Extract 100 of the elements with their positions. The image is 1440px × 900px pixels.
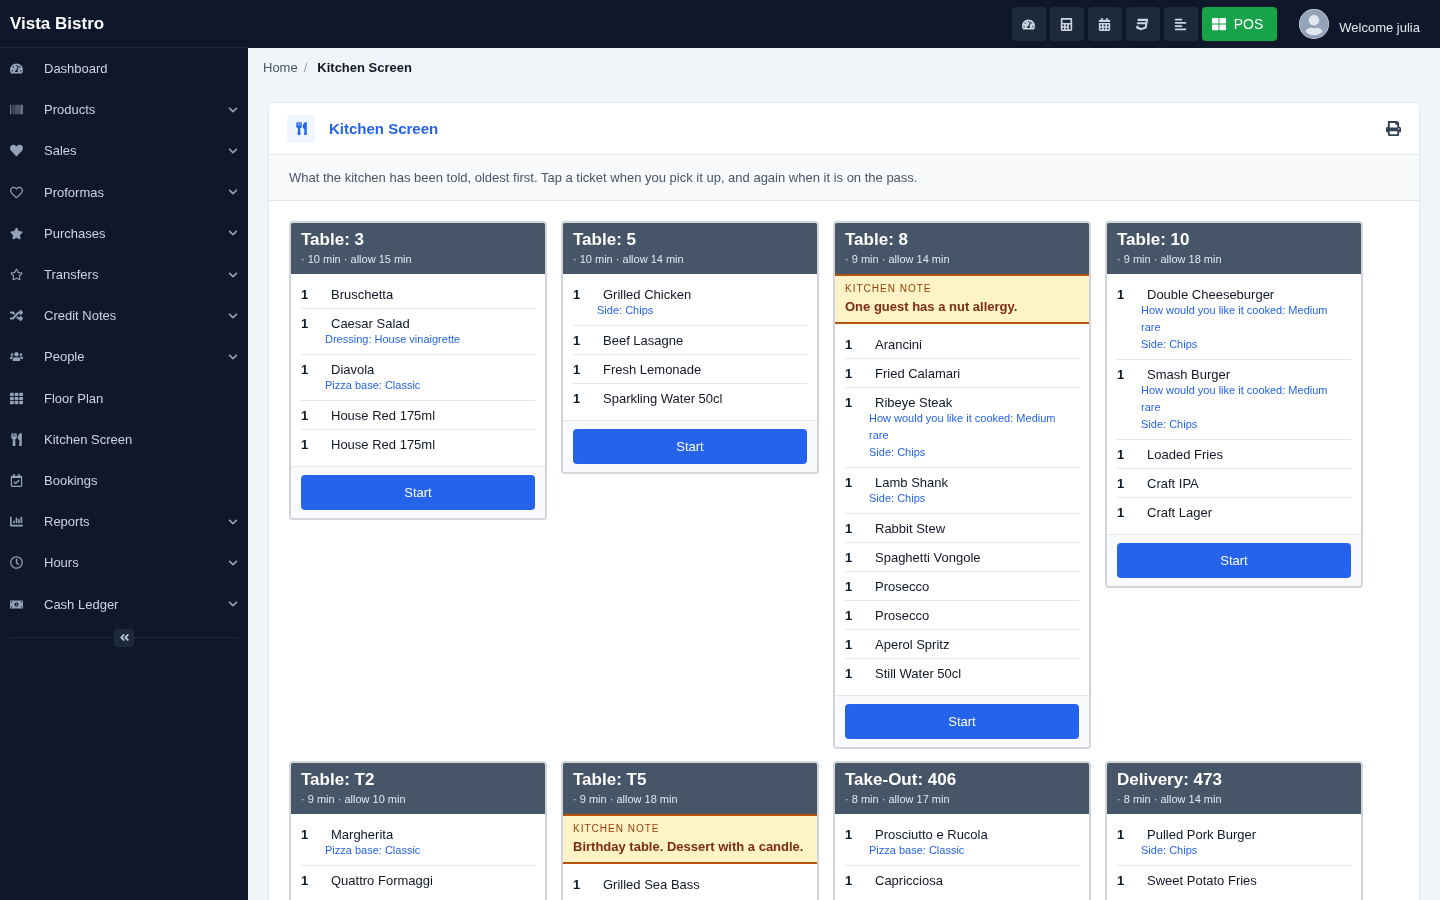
breadcrumb-link[interactable]: Home	[263, 59, 298, 75]
item-name: Loaded Fries	[1147, 447, 1223, 462]
sidebar-item[interactable]: Reports	[0, 501, 248, 543]
item-name: House Red 175ml	[331, 437, 436, 452]
css-button[interactable]	[1125, 7, 1160, 41]
people-icon	[10, 350, 23, 364]
item-quantity: 1	[1117, 505, 1126, 520]
ticket-timing: · 10 min · allow 15 min	[301, 253, 413, 265]
item-modifier: Side: Chips	[868, 491, 927, 506]
item-quantity: 1	[301, 827, 310, 842]
item-quantity: 1	[301, 408, 310, 423]
sidebar-item[interactable]: Credit Notes	[0, 295, 248, 337]
ticket-title: Table: 8	[845, 230, 909, 250]
utensils-icon	[287, 114, 315, 143]
item-quantity: 1	[573, 362, 582, 377]
sidebar-item[interactable]: Dashboard	[0, 48, 248, 90]
sidebar-item[interactable]: Transfers	[0, 253, 248, 296]
ticket-title: Table: 3	[301, 230, 365, 250]
item-modifier: Side: Chips	[1140, 417, 1199, 432]
item-quantity: 1	[301, 437, 310, 452]
grid-icon	[10, 391, 23, 405]
calendar-check-icon	[10, 473, 23, 487]
order-ticket[interactable]: Table: 3 · 10 min · allow 15 min 1 Bruschetta 1 Caesar Salad Dressing: House vinaigrette 1 Diavola Pizza base: Classic 1 House Red 175ml 1 House Red 175ml Start	[289, 221, 547, 520]
start-button[interactable]: Start	[573, 429, 807, 464]
item-modifier: Pizza base: Classic	[868, 843, 966, 858]
item-modifier: Pizza base: Classic	[324, 843, 422, 858]
item-name: Sparkling Water 50cl	[603, 391, 723, 406]
item-quantity: 1	[1117, 447, 1126, 462]
item-quantity: 1	[845, 337, 854, 352]
order-ticket[interactable]: Take-Out: 406 · 8 min · allow 17 min 1 Prosciutto e Rucola Pizza base: Classic 1 Capricciosa	[833, 761, 1091, 900]
avatar-icon[interactable]	[1299, 9, 1330, 39]
order-ticket[interactable]: Table: T5 · 9 min · allow 18 min KITCHEN NOTE Birthday table. Dessert with a candle. 1 Grilled Sea Bass	[561, 761, 819, 900]
item-quantity: 1	[573, 333, 582, 348]
item-quantity: 1	[845, 395, 854, 410]
sidebar-item[interactable]: Kitchen Screen	[0, 418, 248, 460]
item-quantity: 1	[845, 521, 854, 536]
item-name: Margherita	[331, 827, 394, 842]
align-button[interactable]	[1163, 7, 1198, 41]
start-button[interactable]: Start	[845, 704, 1079, 739]
sidebar-item[interactable]: People	[0, 336, 248, 378]
dashboard-icon	[10, 62, 23, 76]
item-name: Aperol Spritz	[875, 637, 950, 652]
item-modifier: Side: Chips	[1140, 843, 1199, 858]
item-quantity: 1	[845, 873, 854, 888]
sidebar-item[interactable]: Sales	[0, 130, 248, 172]
item-quantity: 1	[301, 362, 310, 377]
heart-outline-icon	[10, 185, 23, 199]
note-text: Birthday table. Dessert with a candle.	[573, 839, 805, 854]
calendar-icon	[1098, 17, 1112, 31]
sidebar-item[interactable]: Products	[0, 89, 248, 131]
dashboard-button[interactable]	[1011, 7, 1046, 41]
item-name: Rabbit Stew	[875, 521, 946, 536]
item-name: Prosciutto e Rucola	[875, 827, 988, 842]
item-modifier: Side: Chips	[596, 303, 655, 318]
item-name: Capricciosa	[875, 873, 943, 888]
print-button[interactable]	[1386, 121, 1401, 136]
ticket-title: Table: 10	[1117, 230, 1191, 250]
item-quantity: 1	[845, 666, 854, 681]
ticket-timing: · 9 min · allow 18 min	[1117, 253, 1223, 265]
item-quantity: 1	[1117, 873, 1126, 888]
item-quantity: 1	[301, 316, 310, 331]
item-name: Grilled Chicken	[603, 287, 692, 302]
sidebar-item[interactable]: Bookings	[0, 459, 248, 502]
item-quantity: 1	[301, 873, 310, 888]
sidebar-item[interactable]: Proformas	[0, 171, 248, 213]
ticket-title: Table: T2	[301, 770, 376, 790]
item-name: Grilled Sea Bass	[603, 877, 700, 892]
breadcrumb-separator: /	[303, 59, 308, 75]
start-button[interactable]: Start	[301, 475, 535, 510]
item-name: Double Cheeseburger	[1147, 287, 1275, 302]
ticket-timing: · 8 min · allow 14 min	[1117, 793, 1223, 805]
calendar-button[interactable]	[1087, 7, 1122, 41]
item-name: Prosecco	[875, 608, 930, 623]
item-name: Lamb Shank	[875, 475, 948, 490]
order-ticket[interactable]	[833, 221, 1091, 749]
item-quantity: 1	[845, 579, 854, 594]
sidebar-item[interactable]: Cash Ledger	[0, 583, 248, 625]
calculator-button[interactable]	[1049, 7, 1084, 41]
start-button[interactable]: Start	[1117, 543, 1351, 578]
item-quantity: 1	[573, 391, 582, 406]
item-name: Bruschetta	[331, 287, 394, 302]
align-left-icon	[1174, 17, 1188, 31]
order-ticket[interactable]: Delivery: 473 · 8 min · allow 14 min 1 Pulled Pork Burger Side: Chips 1 Sweet Potato Fries	[1105, 761, 1363, 900]
sidebar-item[interactable]: Hours	[0, 542, 248, 584]
item-quantity: 1	[845, 608, 854, 623]
item-name: Fresh Lemonade	[603, 362, 702, 377]
order-ticket[interactable]	[1105, 221, 1363, 588]
css-shield-icon	[1136, 17, 1150, 31]
item-quantity: 1	[1117, 476, 1126, 491]
user-greeting[interactable]: Welcome julia	[1339, 20, 1420, 35]
sidebar-item[interactable]: Floor Plan	[0, 377, 248, 419]
note-text: One guest has a nut allergy.	[845, 299, 1019, 314]
item-modifier: Dressing: House vinaigrette	[324, 332, 462, 347]
item-name: Caesar Salad	[331, 316, 410, 331]
collapse-button[interactable]	[114, 628, 134, 647]
order-ticket[interactable]: Table: T2 · 9 min · allow 10 min 1 Margherita Pizza base: Classic 1 Quattro Formaggi	[289, 761, 547, 900]
sidebar-item[interactable]: Purchases	[0, 212, 248, 254]
order-ticket[interactable]: Table: 5 · 10 min · allow 14 min 1 Grilled Chicken Side: Chips 1 Beef Lasagne 1 Fresh Lemonade 1 Sparkling Water 50cl Start	[561, 221, 819, 474]
item-modifier: Pizza base: Classic	[324, 378, 422, 393]
ticket-timing: · 10 min · allow 14 min	[573, 253, 685, 265]
